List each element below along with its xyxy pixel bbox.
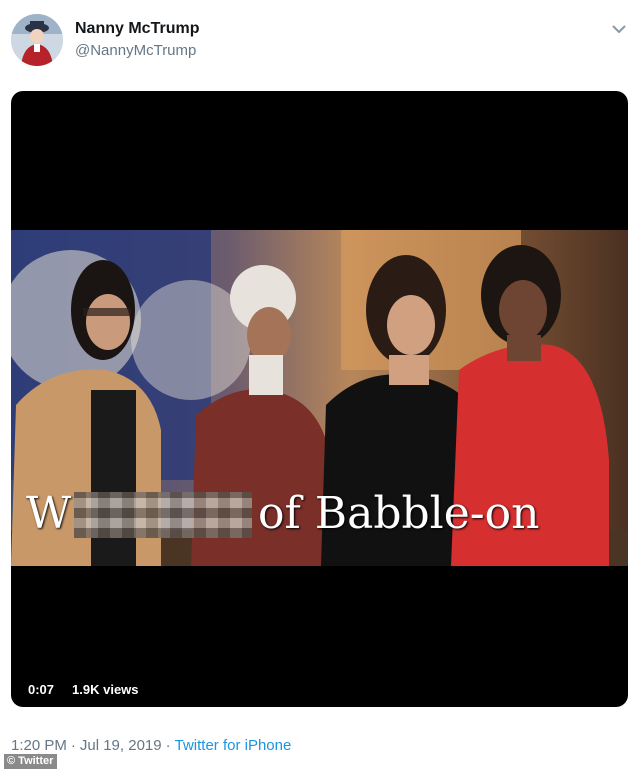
tweet-time[interactable]: 1:20 PM	[11, 737, 67, 754]
meta-separator-2: ·	[165, 737, 171, 754]
caption-first-letter: W	[26, 488, 72, 539]
video-badges: 0:07 1.9K views	[21, 679, 146, 700]
tweet-date[interactable]: Jul 19, 2019	[80, 737, 162, 754]
avatar[interactable]	[11, 14, 63, 66]
image-credit: © Twitter	[4, 754, 58, 769]
video-player[interactable]: W of Babble-on 0:07 1.9K views	[11, 91, 628, 707]
video-duration: 0:07	[21, 679, 62, 700]
caption-text: of Babble-on	[258, 488, 540, 539]
pixelated-censor	[74, 492, 252, 538]
view-count: 1.9K views	[65, 679, 146, 700]
meta-separator: ·	[70, 737, 76, 754]
tweet-source-link[interactable]: Twitter for iPhone	[175, 737, 292, 754]
tweet-meta: 1:20 PM · Jul 19, 2019 · Twitter for iPhone	[11, 737, 291, 754]
display-name[interactable]: Nanny McTrump	[75, 20, 199, 38]
video-frame: W of Babble-on	[11, 230, 628, 566]
chevron-down-icon[interactable]	[610, 20, 628, 38]
user-handle[interactable]: @NannyMcTrump	[75, 42, 196, 59]
video-caption: W of Babble-on	[26, 486, 626, 546]
avatar-image	[11, 14, 63, 66]
